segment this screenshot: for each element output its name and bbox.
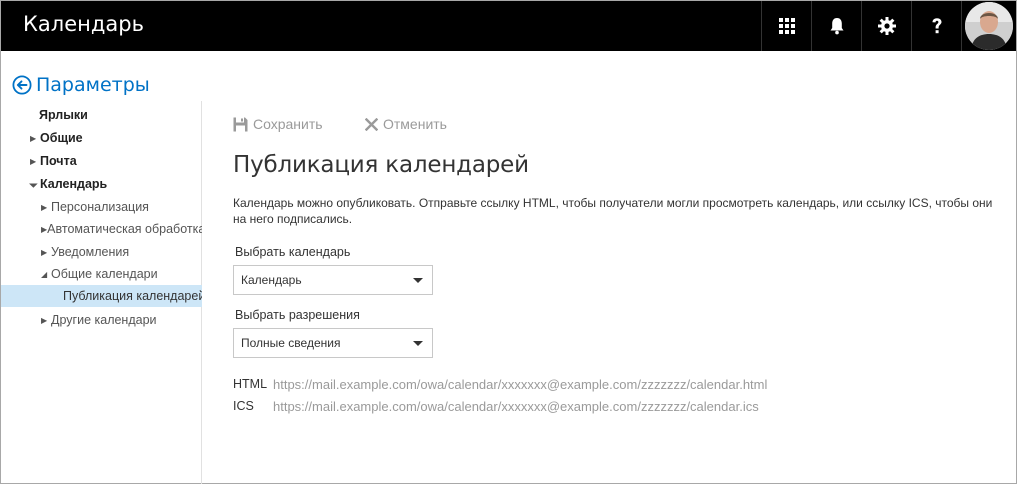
app-launcher-button[interactable]: [761, 1, 811, 51]
html-link-url[interactable]: https://mail.example.com/owa/calendar/xx…: [273, 377, 767, 392]
sidebar-item-label: Общие: [40, 131, 83, 145]
ics-link-row: ICS https://mail.example.com/owa/calenda…: [233, 397, 759, 415]
close-icon: [365, 117, 378, 131]
permission-select[interactable]: Полные сведения: [233, 328, 433, 358]
sidebar-item-label: Календарь: [40, 177, 108, 191]
calendar-select[interactable]: Календарь: [233, 265, 433, 295]
settings-title[interactable]: Параметры: [36, 74, 150, 96]
permission-select-value: Полные сведения: [241, 336, 341, 350]
bell-icon: [830, 18, 843, 35]
page-title: Публикация календарей: [233, 152, 529, 178]
grid-icon: [778, 18, 795, 34]
page-description: Календарь можно опубликовать. Отправьте …: [233, 196, 993, 226]
user-photo-icon: [965, 2, 1013, 50]
sidebar-item-label: Публикация календарей: [63, 289, 202, 303]
question-icon: [932, 18, 941, 34]
help-button[interactable]: [911, 1, 961, 51]
html-link-row: HTML https://mail.example.com/owa/calend…: [233, 375, 767, 393]
app-title[interactable]: Календарь: [23, 12, 144, 36]
gear-icon: [877, 17, 896, 35]
account-button[interactable]: [961, 1, 1016, 51]
sidebar-item-shortcuts[interactable]: Ярлыки: [1, 104, 202, 126]
sidebar-item-automatic-processing[interactable]: ▶ Автоматическая обработка: [1, 218, 202, 240]
save-icon: [233, 117, 248, 131]
save-button-label: Сохранить: [253, 116, 323, 132]
settings-header: Параметры: [12, 72, 150, 98]
caret-right-icon: ▶: [30, 156, 37, 166]
sidebar-item-label: Почта: [40, 154, 77, 168]
sidebar-item-publish-calendars[interactable]: Публикация календарей: [1, 285, 202, 307]
cancel-button[interactable]: Отменить: [365, 114, 447, 134]
sidebar-item-shared-calendars[interactable]: ◢ Общие календари: [1, 263, 202, 285]
sidebar-item-mail[interactable]: ▶ Почта: [1, 150, 202, 172]
ics-link-key: ICS: [233, 399, 254, 413]
sidebar-item-notifications[interactable]: ▶ Уведомления: [1, 241, 202, 263]
chevron-down-icon: [413, 341, 423, 346]
caret-down-icon: ◢: [41, 269, 48, 279]
back-arrow-icon[interactable]: [12, 75, 32, 95]
top-bar: Календарь: [1, 1, 1016, 51]
sidebar-item-label: Автоматическая обработка: [47, 222, 202, 236]
caret-right-icon: ▶: [41, 202, 48, 212]
sidebar-item-personalization[interactable]: ▶ Персонализация: [1, 196, 202, 218]
avatar: [965, 2, 1013, 50]
notifications-button[interactable]: [811, 1, 861, 51]
sidebar-item-label: Общие календари: [51, 267, 158, 281]
settings-sidebar: Ярлыки ▶ Общие ▶ Почта ◢ Календарь ▶ Пер…: [1, 101, 202, 484]
html-link-key: HTML: [233, 377, 268, 391]
cancel-button-label: Отменить: [383, 116, 447, 132]
ics-link-url[interactable]: https://mail.example.com/owa/calendar/xx…: [273, 399, 759, 414]
caret-right-icon: ▶: [30, 133, 37, 143]
caret-right-icon: ▶: [41, 315, 48, 325]
sidebar-item-calendar[interactable]: ◢ Календарь: [1, 173, 202, 195]
chevron-down-icon: [413, 278, 423, 283]
sidebar-item-general[interactable]: ▶ Общие: [1, 127, 202, 149]
sidebar-item-label: Персонализация: [51, 200, 149, 214]
sidebar-item-other-calendars[interactable]: ▶ Другие календари: [1, 309, 202, 331]
calendar-select-value: Календарь: [241, 273, 302, 287]
caret-right-icon: ▶: [41, 247, 48, 257]
calendar-select-label: Выбрать календарь: [235, 245, 351, 259]
settings-button[interactable]: [861, 1, 911, 51]
sidebar-item-label: Ярлыки: [39, 108, 88, 122]
sidebar-item-label: Уведомления: [51, 245, 130, 259]
app-window: Календарь Параметры Ярлыки ▶ Общие ▶ Поч…: [0, 0, 1017, 484]
sidebar-item-label: Другие календари: [51, 313, 157, 327]
permission-select-label: Выбрать разрешения: [235, 308, 360, 322]
save-button[interactable]: Сохранить: [233, 114, 323, 134]
